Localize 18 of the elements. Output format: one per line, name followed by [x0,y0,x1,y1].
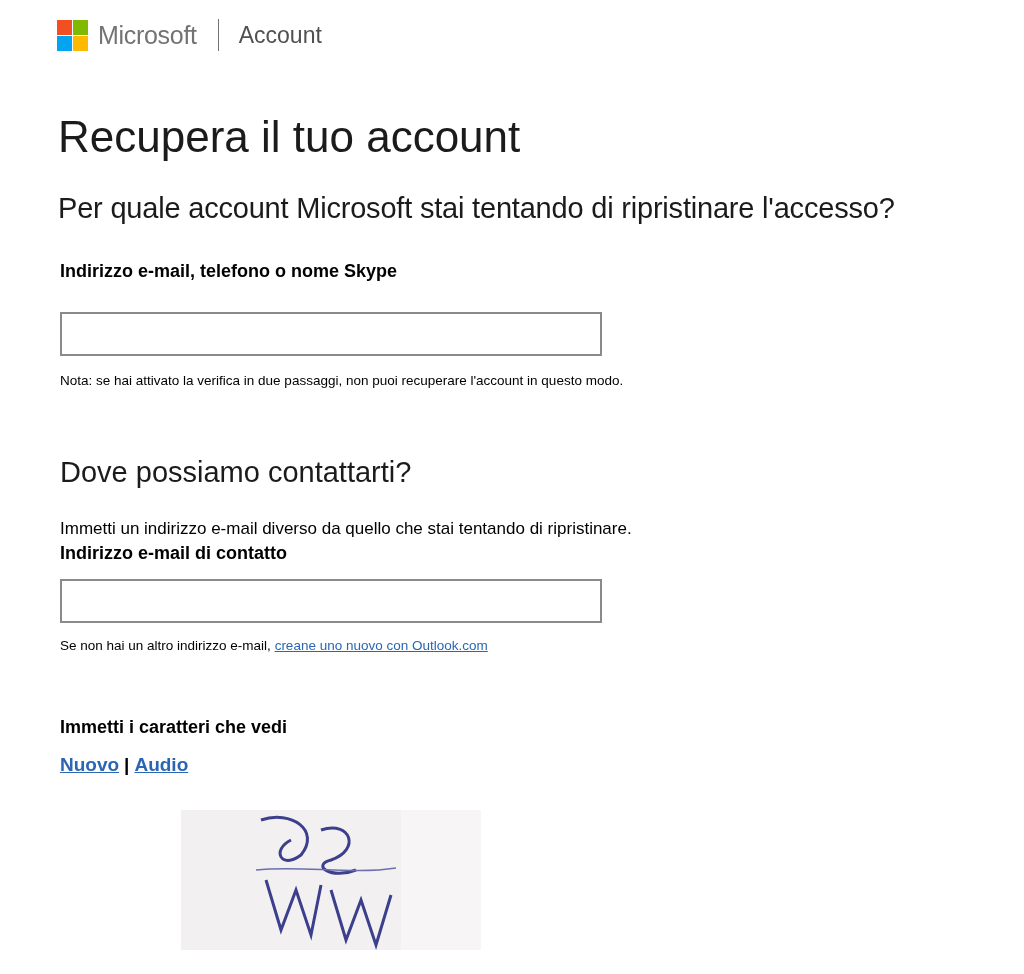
brand-name: Microsoft [98,20,197,50]
outlook-link[interactable]: creane uno nuovo con Outlook.com [274,638,488,653]
separator-text: | [124,754,130,776]
field-label: Immetti i caratteri che vedi [60,717,289,738]
input-field[interactable] [60,312,602,356]
section-heading: Dove possiamo contattarti? [60,456,413,489]
page-title: Recupera il tuo account [58,112,522,162]
audio-link[interactable]: Audio [134,754,189,776]
note-text: Se non hai un altro indirizzo e-mail, creane uno nuovo con Outlook.com [60,638,489,653]
input-field[interactable] [60,579,602,623]
field-label: Indirizzo e-mail, telefono o nome Skype [60,261,399,282]
instruction-text: Immetti un indirizzo e-mail diverso da quello che stai tentando di ripristinare. [60,519,633,539]
note-text: Nota: se hai attivato la verifica in due passaggi, non puoi recuperare l'account in questo modo. [60,373,625,388]
logo-icon [57,19,88,51]
question-heading: Per quale account Microsoft stai tentando di ripristinare l'accesso? [58,192,896,225]
section-title: Account [238,21,322,49]
field-label: Indirizzo e-mail di contatto [60,543,288,564]
new-link[interactable]: Nuovo [60,754,120,776]
